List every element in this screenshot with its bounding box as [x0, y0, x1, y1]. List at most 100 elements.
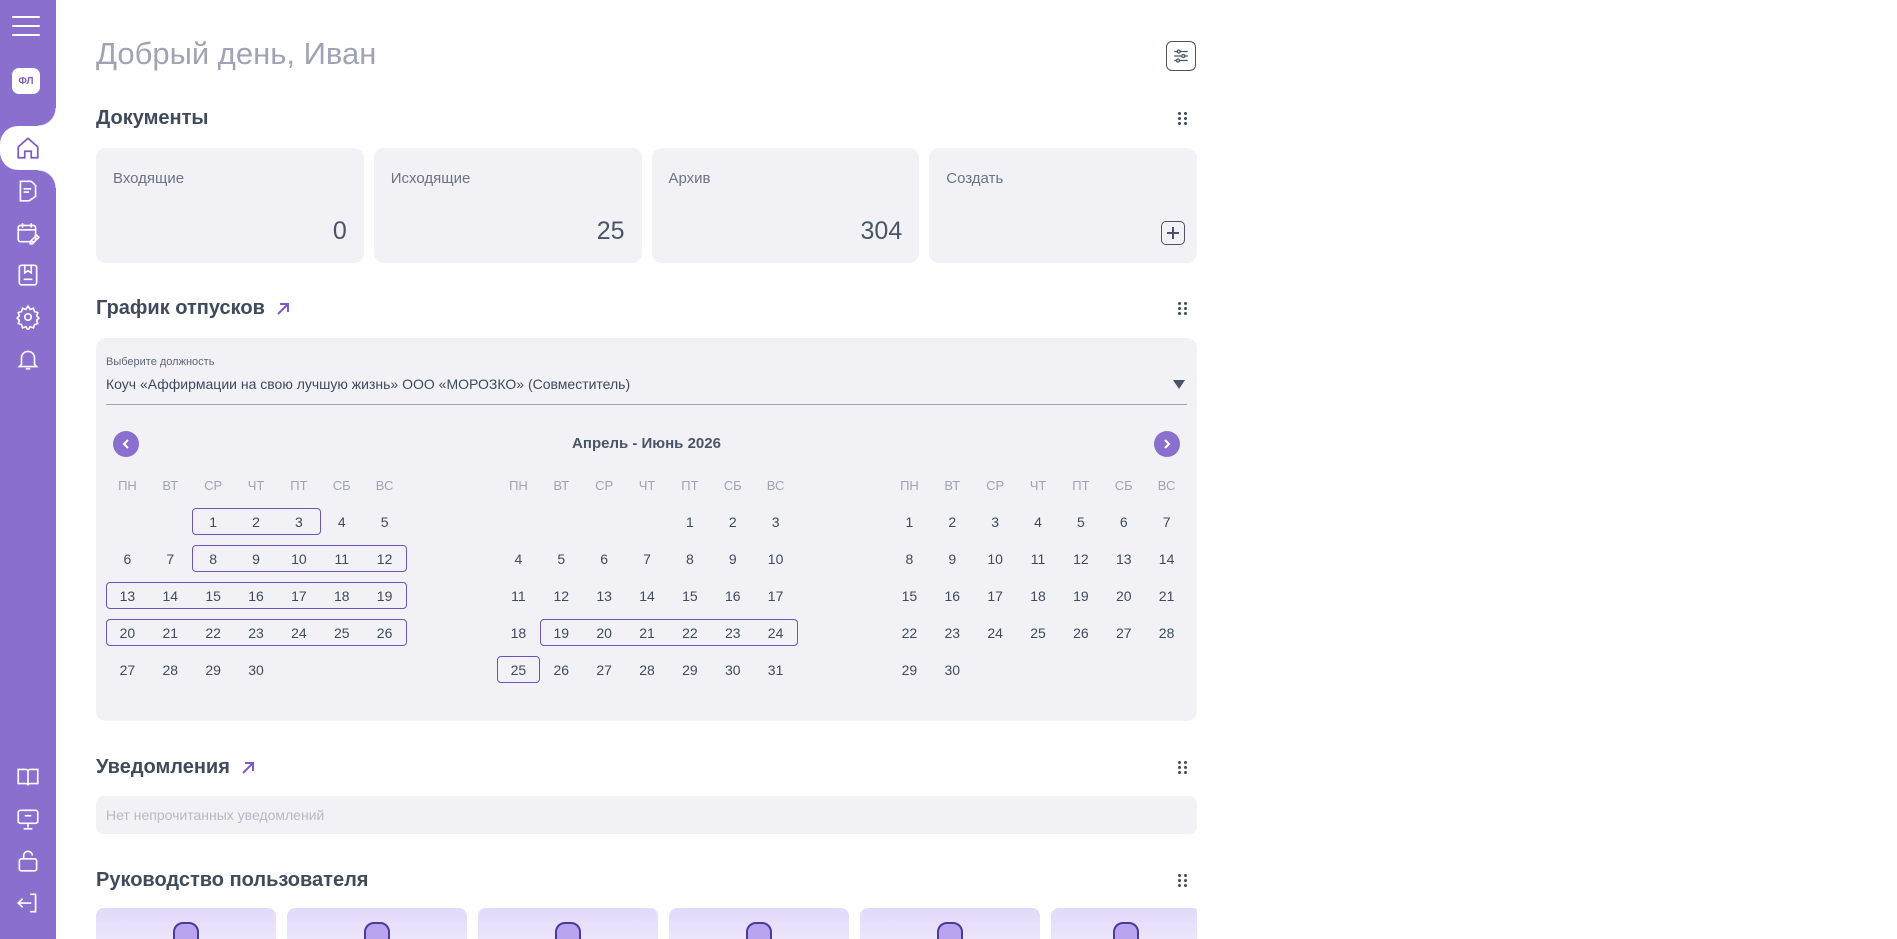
calendar-day[interactable]: 10	[974, 551, 1017, 567]
caret-down-icon[interactable]	[1173, 380, 1185, 389]
calendar-day[interactable]: 7	[149, 551, 192, 567]
next-period-button[interactable]	[1154, 431, 1180, 457]
calendar-day[interactable]: 15	[192, 588, 235, 604]
guide-card[interactable]	[478, 908, 658, 939]
calendar-day[interactable]: 17	[974, 588, 1017, 604]
calendar-day[interactable]: 22	[888, 625, 931, 641]
calendar-day[interactable]: 30	[235, 662, 278, 678]
calendar-day[interactable]: 16	[931, 588, 974, 604]
calendar-day[interactable]: 9	[711, 551, 754, 567]
calendar-day[interactable]: 15	[888, 588, 931, 604]
calendar-day[interactable]: 12	[1059, 551, 1102, 567]
guide-card[interactable]	[96, 908, 276, 939]
calendar-day[interactable]: 9	[235, 551, 278, 567]
calendar-day[interactable]: 4	[1017, 514, 1060, 530]
calendar-day[interactable]: 6	[1102, 514, 1145, 530]
drag-handle-icon[interactable]	[1178, 302, 1188, 316]
calendar-day[interactable]: 1	[888, 514, 931, 530]
drag-handle-icon[interactable]	[1178, 112, 1188, 126]
calendar-day[interactable]: 7	[1145, 514, 1188, 530]
calendar-day[interactable]: 6	[106, 551, 149, 567]
calendar-day[interactable]: 27	[1102, 625, 1145, 641]
calendar-day[interactable]: 25	[1017, 625, 1060, 641]
calendar-day[interactable]: 30	[711, 662, 754, 678]
calendar-day[interactable]: 29	[192, 662, 235, 678]
calendar-day[interactable]: 27	[583, 662, 626, 678]
calendar-day[interactable]: 5	[540, 551, 583, 567]
settings-button[interactable]	[1166, 41, 1196, 71]
calendar-day[interactable]: 20	[1102, 588, 1145, 604]
avatar[interactable]: ФЛ	[12, 68, 40, 94]
calendar-day[interactable]: 8	[668, 551, 711, 567]
calendar-day[interactable]: 19	[1059, 588, 1102, 604]
calendar-day[interactable]: 13	[583, 588, 626, 604]
calendar-day[interactable]: 2	[931, 514, 974, 530]
calendar-day[interactable]: 31	[754, 662, 797, 678]
calendar-day[interactable]: 8	[888, 551, 931, 567]
calendar-day[interactable]: 16	[711, 588, 754, 604]
calendar-day[interactable]: 23	[931, 625, 974, 641]
guide-card[interactable]	[1051, 908, 1197, 939]
arrow-up-right-icon[interactable]	[240, 760, 256, 776]
card-archive[interactable]: Архив 304	[651, 148, 920, 263]
calendar-day[interactable]: 29	[668, 662, 711, 678]
calendar-day[interactable]: 4	[497, 551, 540, 567]
sidebar-item-documents[interactable]	[0, 172, 56, 210]
calendar-day[interactable]: 3	[277, 514, 320, 530]
calendar-day[interactable]: 21	[626, 625, 669, 641]
sidebar-item-support[interactable]	[0, 800, 56, 838]
calendar-day[interactable]: 9	[931, 551, 974, 567]
plus-icon[interactable]	[1161, 221, 1185, 245]
calendar-day[interactable]: 11	[497, 588, 540, 604]
calendar-day[interactable]: 18	[1017, 588, 1060, 604]
calendar-day[interactable]: 13	[106, 588, 149, 604]
sidebar-item-logout[interactable]	[0, 884, 56, 922]
calendar-day[interactable]: 14	[1145, 551, 1188, 567]
calendar-day[interactable]: 14	[626, 588, 669, 604]
calendar-day[interactable]: 18	[497, 625, 540, 641]
calendar-day[interactable]: 22	[668, 625, 711, 641]
calendar-day[interactable]: 13	[1102, 551, 1145, 567]
sidebar-item-manual[interactable]	[0, 758, 56, 796]
calendar-day[interactable]: 23	[711, 625, 754, 641]
calendar-day[interactable]: 11	[1017, 551, 1060, 567]
calendar-day[interactable]: 17	[754, 588, 797, 604]
calendar-day[interactable]: 26	[1059, 625, 1102, 641]
calendar-day[interactable]: 20	[583, 625, 626, 641]
calendar-day[interactable]: 3	[754, 514, 797, 530]
calendar-day[interactable]: 21	[149, 625, 192, 641]
calendar-day[interactable]: 21	[1145, 588, 1188, 604]
calendar-day[interactable]: 7	[626, 551, 669, 567]
guide-card[interactable]	[287, 908, 467, 939]
calendar-day[interactable]: 28	[1145, 625, 1188, 641]
calendar-day[interactable]: 6	[583, 551, 626, 567]
calendar-day[interactable]: 18	[320, 588, 363, 604]
calendar-day[interactable]: 5	[1059, 514, 1102, 530]
calendar-day[interactable]: 27	[106, 662, 149, 678]
calendar-day[interactable]: 1	[668, 514, 711, 530]
card-incoming[interactable]: Входящие 0	[96, 148, 364, 263]
calendar-day[interactable]: 24	[277, 625, 320, 641]
sidebar-item-calendar[interactable]	[0, 214, 56, 252]
sidebar-item-notifications[interactable]	[0, 340, 56, 378]
calendar-day[interactable]: 24	[974, 625, 1017, 641]
card-outgoing[interactable]: Исходящие 25	[373, 148, 642, 263]
drag-handle-icon[interactable]	[1178, 874, 1188, 888]
menu-icon[interactable]	[12, 16, 40, 36]
calendar-day[interactable]: 25	[497, 662, 540, 678]
calendar-day[interactable]: 16	[235, 588, 278, 604]
sidebar-item-home[interactable]	[0, 108, 56, 188]
calendar-day[interactable]: 15	[668, 588, 711, 604]
calendar-day[interactable]: 19	[363, 588, 406, 604]
position-select[interactable]: Коуч «Аффирмации на свою лучшую жизнь» О…	[106, 376, 630, 392]
calendar-day[interactable]: 26	[363, 625, 406, 641]
calendar-day[interactable]: 20	[106, 625, 149, 641]
calendar-day[interactable]: 1	[192, 514, 235, 530]
calendar-day[interactable]: 12	[363, 551, 406, 567]
calendar-day[interactable]: 8	[192, 551, 235, 567]
calendar-day[interactable]: 22	[192, 625, 235, 641]
calendar-day[interactable]: 29	[888, 662, 931, 678]
sidebar-item-book[interactable]	[0, 256, 56, 294]
calendar-day[interactable]: 2	[711, 514, 754, 530]
calendar-day[interactable]: 11	[320, 551, 363, 567]
